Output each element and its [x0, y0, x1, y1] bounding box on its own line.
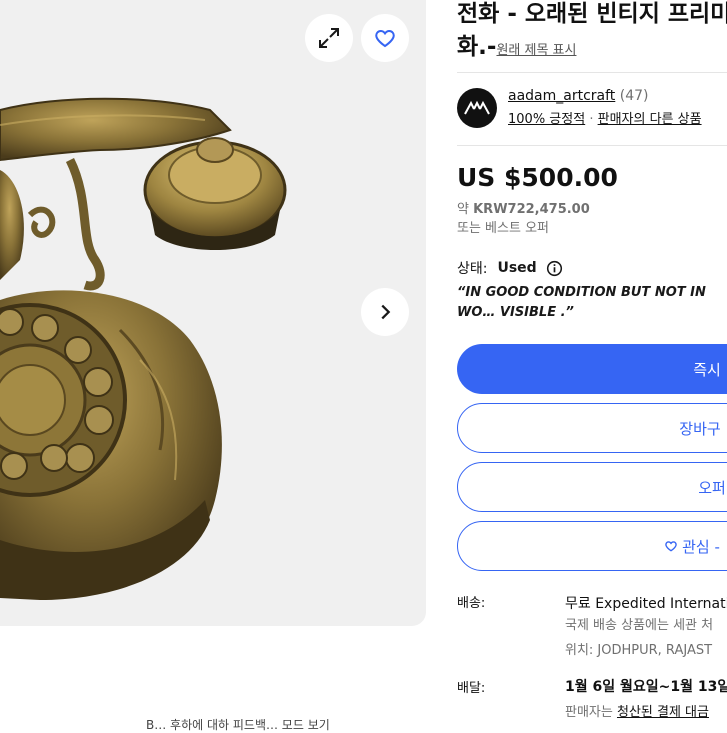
- heart-outline-icon: [665, 541, 677, 552]
- expand-icon: [319, 28, 339, 48]
- chevron-right-icon: [381, 304, 391, 320]
- title-line-2: 화.-원래 제목 표시: [457, 34, 577, 60]
- add-to-cart-button[interactable]: 장바구: [457, 403, 727, 453]
- shipping-method: 무료 Expedited Internatio: [565, 596, 727, 612]
- seller-feedback-count: (47): [619, 88, 649, 104]
- item-location: 위치: JODHPUR, RAJAST: [565, 643, 713, 658]
- shipping-label: 배송:: [457, 596, 486, 611]
- image-gallery[interactable]: [0, 0, 426, 626]
- item-details: 전화 - 오래된 빈티지 프리미 화.-원래 제목 표시 aadam_artcr…: [457, 0, 727, 727]
- delivery-estimate: 1월 6일 월요일~1월 13일 월: [565, 679, 727, 695]
- delivery-label: 배달:: [457, 681, 486, 696]
- seller-meta: 100% 긍정적 · 판매자의 다른 상품: [508, 108, 702, 127]
- make-offer-button[interactable]: 오퍼: [457, 462, 727, 512]
- feedback-caption[interactable]: B… 후하에 대하 피드백… 모드 보기: [146, 716, 330, 733]
- best-offer-note: 또는 베스트 오퍼: [457, 221, 549, 236]
- delivery-note: 판매자는 청산된 결제 대금: [565, 705, 709, 720]
- condition-description: “IN GOOD CONDITION BUT NOT IN WO… VISIBL…: [457, 285, 706, 320]
- heart-icon: [375, 29, 395, 48]
- shipping-customs-note: 국제 배송 상품에는 세관 처: [565, 618, 714, 633]
- condition-row: 상태: Used: [457, 258, 563, 278]
- listing-title: 전화 - 오래된 빈티지 프리미 화.-원래 제목 표시: [457, 0, 727, 67]
- seller-name-row: aadam_artcraft (47): [508, 88, 649, 104]
- info-icon[interactable]: [546, 260, 563, 277]
- title-line-1: 전화 - 오래된 빈티지 프리미: [457, 1, 727, 27]
- condition-value: Used: [497, 260, 537, 276]
- separator: ·: [589, 112, 594, 127]
- next-image-button[interactable]: [361, 288, 409, 336]
- seller-avatar[interactable]: [457, 88, 497, 128]
- divider: [457, 145, 727, 146]
- expand-button[interactable]: [305, 14, 353, 62]
- seller-name-link[interactable]: aadam_artcraft: [508, 88, 615, 104]
- condition-label: 상태:: [457, 261, 488, 277]
- seller-logo-icon: [464, 100, 490, 115]
- cleared-payment-link[interactable]: 청산된 결제 대금: [617, 705, 709, 720]
- converted-price: 약 KRW722,475.00: [457, 202, 590, 217]
- buy-now-button[interactable]: 즉시: [457, 344, 727, 394]
- divider: [457, 72, 727, 73]
- seller-other-items-link[interactable]: 판매자의 다른 상품: [598, 112, 702, 127]
- favorite-button[interactable]: [361, 14, 409, 62]
- seller-feedback-link[interactable]: 100% 긍정적: [508, 112, 585, 127]
- original-title-link[interactable]: 원래 제목 표시: [496, 43, 576, 58]
- watch-label: 관심 -: [682, 537, 720, 556]
- watch-button[interactable]: 관심 -: [457, 521, 727, 571]
- item-price: US $500.00: [457, 163, 618, 192]
